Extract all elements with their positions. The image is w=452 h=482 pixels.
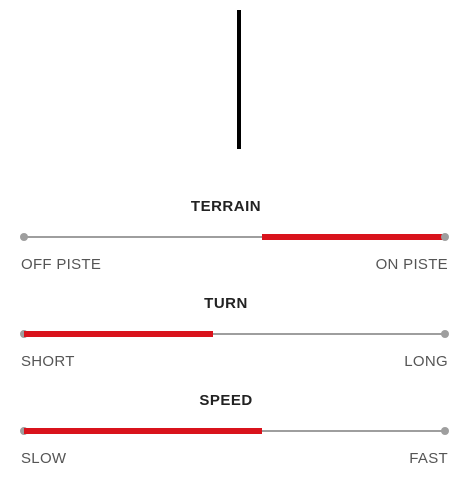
terrain-slider-section: TERRAIN OFF PISTE ON PISTE bbox=[0, 198, 452, 288]
turn-slider-section: TURN SHORT LONG bbox=[0, 295, 452, 385]
vertical-divider bbox=[237, 10, 241, 149]
speed-slider-track[interactable] bbox=[20, 427, 449, 435]
speed-right-label: FAST bbox=[409, 450, 448, 467]
turn-slider-right-dot bbox=[441, 330, 449, 338]
speed-slider-fill bbox=[24, 428, 262, 434]
terrain-right-label: ON PISTE bbox=[375, 256, 448, 273]
turn-slider-fill bbox=[24, 331, 214, 337]
terrain-slider-left-dot bbox=[20, 233, 28, 241]
turn-left-label: SHORT bbox=[21, 353, 75, 370]
speed-title: SPEED bbox=[199, 392, 253, 409]
speed-slider-section: SPEED SLOW FAST bbox=[0, 392, 452, 482]
turn-slider-track[interactable] bbox=[20, 330, 449, 338]
speed-left-label: SLOW bbox=[21, 450, 67, 467]
turn-right-label: LONG bbox=[404, 353, 448, 370]
terrain-slider-fill bbox=[261, 234, 445, 240]
terrain-slider-right-dot bbox=[441, 233, 449, 241]
terrain-left-label: OFF PISTE bbox=[21, 256, 102, 273]
speed-slider-right-dot bbox=[441, 427, 449, 435]
turn-title: TURN bbox=[204, 295, 248, 312]
terrain-slider-track[interactable] bbox=[20, 233, 449, 241]
terrain-title: TERRAIN bbox=[190, 198, 262, 215]
